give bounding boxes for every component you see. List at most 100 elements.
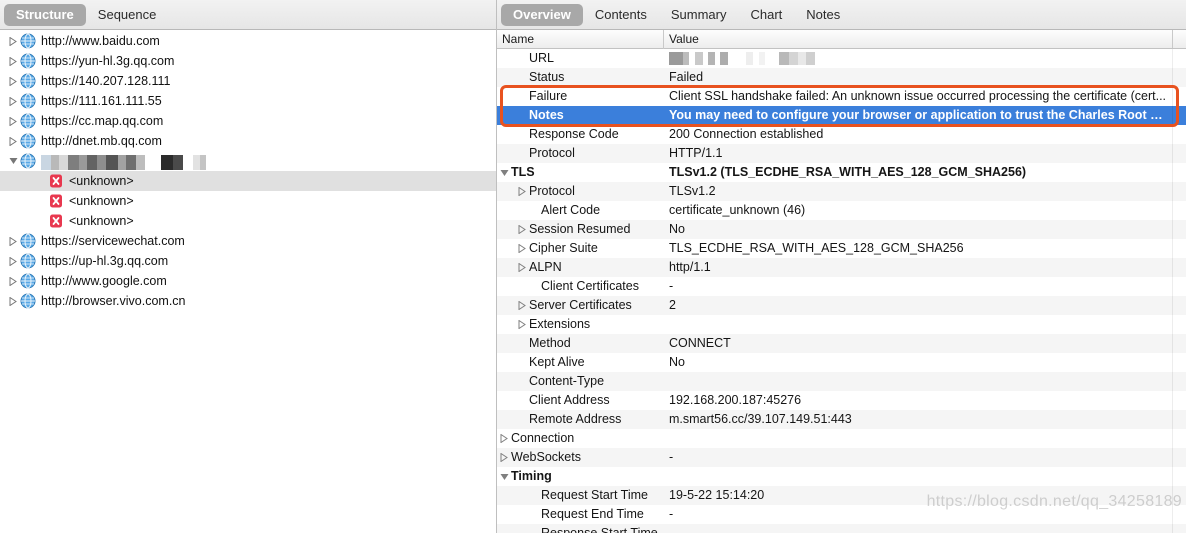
- detail-row[interactable]: Protocol HTTP/1.1: [497, 144, 1186, 163]
- detail-row-name: Method: [529, 336, 571, 350]
- detail-row[interactable]: Server Certificates 2: [497, 296, 1186, 315]
- detail-row[interactable]: URL: [497, 49, 1186, 68]
- detail-row-name: Request End Time: [541, 507, 644, 521]
- detail-row[interactable]: Client Certificates -: [497, 277, 1186, 296]
- detail-row[interactable]: Session Resumed No: [497, 220, 1186, 239]
- tree-item[interactable]: https://cc.map.qq.com: [0, 111, 496, 131]
- chevron-down-icon[interactable]: [6, 151, 20, 171]
- row-column-divider: [1172, 277, 1173, 296]
- chevron-right-icon[interactable]: [6, 271, 20, 291]
- chevron-right-icon[interactable]: [515, 296, 529, 316]
- chevron-down-icon[interactable]: [497, 163, 511, 183]
- chevron-right-icon[interactable]: [515, 239, 529, 259]
- tab-structure-structure[interactable]: Structure: [4, 3, 86, 26]
- tree-item[interactable]: <unknown>: [0, 171, 496, 191]
- chevron-right-icon[interactable]: [497, 448, 511, 468]
- detail-row[interactable]: Timing: [497, 467, 1186, 486]
- globe-icon: [20, 273, 36, 289]
- globe-icon: [20, 73, 36, 89]
- detail-row[interactable]: Method CONNECT: [497, 334, 1186, 353]
- chevron-right-icon[interactable]: [6, 71, 20, 91]
- column-header-name[interactable]: Name: [497, 29, 664, 49]
- chevron-right-icon[interactable]: [6, 91, 20, 111]
- chevron-right-icon[interactable]: [6, 51, 20, 71]
- tree-item[interactable]: http://www.baidu.com: [0, 31, 496, 51]
- detail-row-value: TLSv1.2 (TLS_ECDHE_RSA_WITH_AES_128_GCM_…: [669, 165, 1027, 179]
- detail-row[interactable]: Status Failed: [497, 68, 1186, 87]
- detail-row[interactable]: Notes You may need to configure your brow…: [497, 106, 1186, 125]
- detail-row[interactable]: Response Start Time -: [497, 524, 1186, 533]
- tab-structure-sequence[interactable]: Sequence: [86, 4, 169, 26]
- tree-item[interactable]: <unknown>: [0, 191, 496, 211]
- chevron-right-icon[interactable]: [6, 231, 20, 251]
- tab-detail-chart[interactable]: Chart: [739, 4, 795, 26]
- detail-row[interactable]: WebSockets -: [497, 448, 1186, 467]
- detail-row[interactable]: Protocol TLSv1.2: [497, 182, 1186, 201]
- detail-row[interactable]: Client Address 192.168.200.187:45276: [497, 391, 1186, 410]
- tree-item[interactable]: [0, 151, 496, 171]
- tree-item-label: http://dnet.mb.qq.com: [41, 134, 162, 148]
- chevron-right-icon[interactable]: [515, 315, 529, 335]
- detail-tab-bar: Overview Contents Summary Chart Notes: [497, 0, 1186, 30]
- detail-row-value: certificate_unknown (46): [669, 203, 806, 217]
- detail-row[interactable]: Extensions: [497, 315, 1186, 334]
- chevron-right-icon[interactable]: [515, 220, 529, 240]
- detail-row[interactable]: Kept Alive No: [497, 353, 1186, 372]
- chevron-right-icon[interactable]: [6, 31, 20, 51]
- detail-row-name: Kept Alive: [529, 355, 585, 369]
- detail-row[interactable]: Request End Time -: [497, 505, 1186, 524]
- detail-row-name: Remote Address: [529, 412, 622, 426]
- detail-row-value-cell: 200 Connection established: [664, 126, 1186, 143]
- detail-row[interactable]: Failure Client SSL handshake failed: An u…: [497, 87, 1186, 106]
- detail-row[interactable]: Connection: [497, 429, 1186, 448]
- detail-row[interactable]: Alert Code certificate_unknown (46): [497, 201, 1186, 220]
- tree-item[interactable]: https://111.161.111.55: [0, 91, 496, 111]
- tab-detail-summary[interactable]: Summary: [659, 4, 739, 26]
- detail-row[interactable]: Content-Type: [497, 372, 1186, 391]
- detail-row-value-cell: No: [664, 221, 1186, 238]
- tree-item[interactable]: http://www.google.com: [0, 271, 496, 291]
- tab-detail-overview[interactable]: Overview: [501, 3, 583, 26]
- chevron-right-icon[interactable]: [6, 131, 20, 151]
- detail-row-name: Content-Type: [529, 374, 605, 388]
- detail-row[interactable]: Cipher Suite TLS_ECDHE_RSA_WITH_AES_128_G…: [497, 239, 1186, 258]
- tab-detail-contents[interactable]: Contents: [583, 4, 659, 26]
- detail-row[interactable]: TLS TLSv1.2 (TLS_ECDHE_RSA_WITH_AES_128_G…: [497, 163, 1186, 182]
- column-divider[interactable]: [1172, 30, 1173, 48]
- session-tree[interactable]: http://www.baidu.com https://yun-hl.3g.qq…: [0, 30, 496, 533]
- detail-row[interactable]: ALPN http/1.1: [497, 258, 1186, 277]
- tree-item[interactable]: https://yun-hl.3g.qq.com: [0, 51, 496, 71]
- chevron-down-icon[interactable]: [497, 467, 511, 487]
- detail-row[interactable]: Remote Address m.smart56.cc/39.107.149.51…: [497, 410, 1186, 429]
- detail-row-name: Extensions: [529, 317, 591, 331]
- tree-item[interactable]: https://servicewechat.com: [0, 231, 496, 251]
- globe-icon: [20, 53, 36, 69]
- tab-detail-notes[interactable]: Notes: [794, 4, 852, 26]
- detail-row-value-cell: m.smart56.cc/39.107.149.51:443: [664, 411, 1186, 428]
- error-icon: [48, 213, 64, 229]
- row-column-divider: [1172, 467, 1173, 486]
- detail-row-name: TLS: [511, 165, 535, 179]
- chevron-right-icon[interactable]: [497, 429, 511, 449]
- tree-item[interactable]: http://dnet.mb.qq.com: [0, 131, 496, 151]
- tree-item[interactable]: https://140.207.128.111: [0, 71, 496, 91]
- tree-item[interactable]: https://up-hl.3g.qq.com: [0, 251, 496, 271]
- detail-row-name-cell: Client Certificates: [497, 277, 664, 297]
- column-header-value[interactable]: Value: [664, 30, 1186, 49]
- chevron-right-icon[interactable]: [6, 291, 20, 311]
- detail-row[interactable]: Request Start Time 19-5-22 15:14:20: [497, 486, 1186, 505]
- detail-row[interactable]: Response Code 200 Connection established: [497, 125, 1186, 144]
- chevron-right-icon[interactable]: [515, 258, 529, 278]
- chevron-right-icon[interactable]: [515, 182, 529, 202]
- chevron-right-icon[interactable]: [6, 111, 20, 131]
- tree-item-label: https://up-hl.3g.qq.com: [41, 254, 169, 268]
- chevron-right-icon[interactable]: [6, 251, 20, 271]
- tree-item[interactable]: <unknown>: [0, 211, 496, 231]
- tree-item[interactable]: http://browser.vivo.com.cn: [0, 291, 496, 311]
- overview-detail-list[interactable]: URL Status Failed Failure Client SSL handsha…: [497, 49, 1186, 533]
